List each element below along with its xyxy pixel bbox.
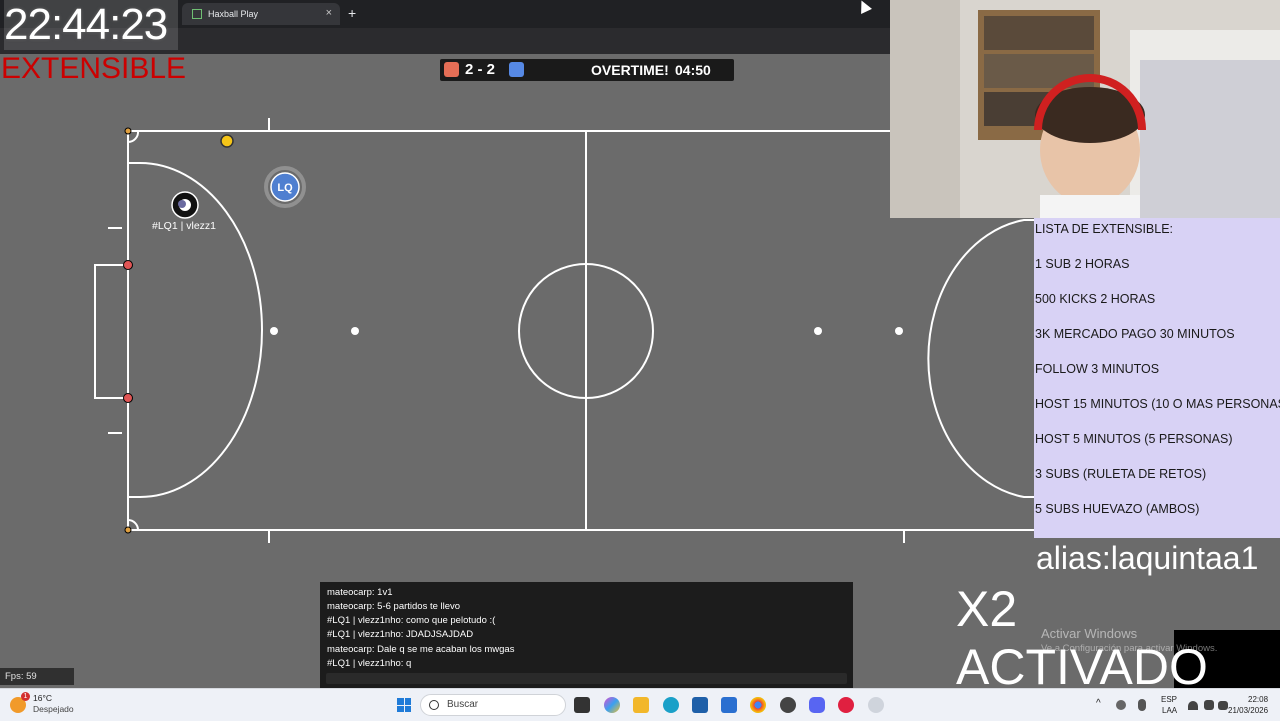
tray-app-icon[interactable] — [1116, 700, 1126, 710]
taskbar-search[interactable]: Buscar — [420, 694, 566, 716]
list-title: LISTA DE EXTENSIBLE: — [1035, 222, 1174, 236]
goal-post-bottom — [123, 393, 133, 403]
outlook-icon[interactable] — [721, 697, 737, 713]
discord-icon[interactable] — [809, 697, 825, 713]
player-avatar — [171, 191, 199, 219]
penalty-spot-right — [895, 327, 903, 335]
chat-input[interactable] — [326, 673, 847, 684]
list-item: 1 SUB 2 HORAS — [1035, 257, 1130, 271]
webcam-feed — [890, 0, 1280, 218]
volume-icon[interactable] — [1204, 700, 1214, 710]
alias-label: alias:laquintaa1 — [1036, 540, 1259, 576]
battery-icon[interactable] — [1218, 701, 1228, 710]
clock-app-icon[interactable] — [868, 697, 884, 713]
blue-team-icon — [509, 62, 524, 77]
copilot-icon[interactable] — [604, 697, 620, 713]
activate-windows-title: Activar Windows — [1041, 626, 1138, 641]
penalty-spot-left — [270, 327, 278, 335]
extensible-label: EXTENSIBLE — [1, 52, 187, 85]
task-view-icon[interactable] — [574, 697, 590, 713]
chat-line: mateocarp: 1v1 — [327, 587, 393, 598]
file-explorer-icon[interactable] — [633, 697, 649, 713]
opponent-avatar: LQ — [264, 166, 306, 208]
overtime-label: OVERTIME! — [591, 62, 669, 78]
taskbar-date[interactable]: 21/03/2026 — [1228, 706, 1268, 715]
score-text: 2 - 2 — [465, 61, 496, 78]
list-item: HOST 15 MINUTOS (10 O MAS PERSONAS) — [1035, 397, 1280, 411]
list-item: HOST 5 MINUTOS (5 PERSONAS) — [1035, 432, 1233, 446]
chat-line: #LQ1 | vlezz1nho: como que pelotudo :( — [327, 615, 496, 626]
spot-left-2 — [351, 327, 359, 335]
weather-temperature[interactable]: 16°C — [33, 693, 52, 703]
language-sub: LAA — [1162, 706, 1178, 715]
language-indicator[interactable]: ESP — [1161, 695, 1177, 704]
corner-post-tl — [124, 127, 132, 135]
windows-start-icon[interactable] — [397, 698, 411, 712]
list-item: 5 SUBS HUEVAZO (AMBOS) — [1035, 502, 1200, 516]
list-item: 500 KICKS 2 HORAS — [1035, 292, 1156, 306]
corner-post-bl — [124, 526, 132, 534]
stream-clock: 22:44:23 — [4, 0, 178, 50]
left-goal — [94, 264, 128, 399]
search-placeholder: Buscar — [447, 699, 479, 710]
obs-icon[interactable] — [780, 697, 796, 713]
media-player-icon[interactable] — [838, 697, 854, 713]
chrome-icon[interactable] — [750, 697, 766, 713]
webcam-image — [890, 0, 1280, 218]
search-icon — [429, 700, 439, 710]
weather-description[interactable]: Despejado — [33, 704, 74, 714]
taskbar-time[interactable]: 22:08 — [1248, 695, 1268, 704]
chat-line: #LQ1 | vlezz1nho: JDADJSAJDAD — [327, 629, 474, 640]
extensible-list-panel: LISTA DE EXTENSIBLE: 1 SUB 2 HORAS 500 K… — [1034, 218, 1280, 538]
list-item: FOLLOW 3 MINUTOS — [1035, 362, 1160, 376]
store-icon[interactable] — [692, 697, 708, 713]
scoreboard: 2 - 2 OVERTIME! 04:50 — [440, 59, 734, 81]
list-item: 3K MERCADO PAGO 30 MINUTOS — [1035, 327, 1235, 341]
chat-box: mateocarp: 1v1 mateocarp: 5-6 partidos t… — [320, 582, 853, 688]
wifi-icon[interactable] — [1188, 701, 1198, 710]
spot-right-2 — [814, 327, 822, 335]
weather-badge: 1 — [21, 692, 30, 701]
edge-icon[interactable] — [663, 697, 679, 713]
red-team-icon — [444, 62, 459, 77]
tray-chevron-icon[interactable]: ^ — [1096, 698, 1101, 709]
player-name-label: #LQ1 | vlezz1 — [152, 220, 217, 232]
microphone-icon[interactable] — [1138, 699, 1146, 711]
goal-post-top — [123, 260, 133, 270]
chat-line: mateocarp: Dale q se me acaban los mwgas — [327, 644, 515, 655]
activate-windows-subtitle: Ve a Configuración para activar Windows. — [1041, 643, 1218, 654]
ball — [220, 134, 234, 148]
stream-frame: Haxball Play × + LQ #LQ1 | vlezz1 22:44:… — [0, 0, 1280, 721]
opponent-avatar-text: LQ — [277, 182, 293, 194]
chat-line: #LQ1 | vlezz1nho: q — [327, 658, 412, 669]
fps-counter: Fps: 59 — [0, 668, 74, 685]
match-timer: 04:50 — [675, 62, 711, 78]
right-penalty-arc — [927, 219, 1034, 498]
chat-line: mateocarp: 5-6 partidos te llevo — [327, 601, 461, 612]
windows-taskbar: 1 16°C Despejado Buscar ^ ESP LAA 22:08 … — [0, 688, 1280, 721]
list-item: 3 SUBS (RULETA DE RETOS) — [1035, 467, 1207, 481]
